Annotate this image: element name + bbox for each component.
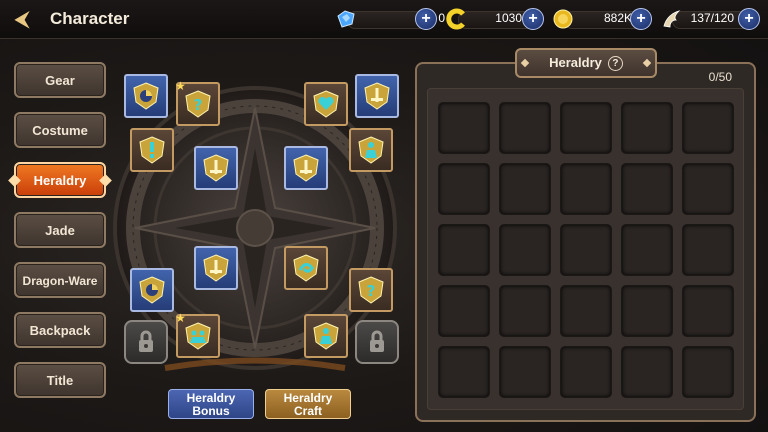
wing-icon: [663, 10, 681, 28]
shield-sword-icon: [203, 154, 229, 182]
heraldry-slot-7[interactable]: [284, 146, 328, 190]
inventory-slot[interactable]: [560, 224, 612, 276]
inventory-slot[interactable]: [560, 285, 612, 337]
panel-title: Heraldry: [549, 55, 602, 70]
add-c-button[interactable]: +: [522, 8, 544, 30]
page-title: Character: [50, 9, 130, 28]
shield-question-icon: ?: [185, 90, 211, 118]
inventory-slot[interactable]: [438, 163, 490, 215]
inventory-slot[interactable]: [438, 102, 490, 154]
inventory-slot[interactable]: [438, 224, 490, 276]
heraldry-slot-3[interactable]: [304, 82, 348, 126]
heraldry-slot-2[interactable]: ? ★: [175, 79, 220, 126]
lock-icon: [139, 330, 153, 352]
c-value: 1030: [495, 11, 522, 25]
yellow-c-icon: [446, 8, 465, 30]
heraldry-bonus-button[interactable]: Heraldry Bonus: [168, 389, 254, 419]
heraldry-craft-button[interactable]: Heraldry Craft: [265, 389, 351, 419]
heraldry-slot-13[interactable]: [124, 320, 168, 364]
inventory-slot[interactable]: [682, 285, 734, 337]
svg-text:?: ?: [367, 282, 376, 300]
currency-gem: 0 +: [335, 8, 445, 30]
inventory-slot[interactable]: [438, 346, 490, 398]
stamina-value: 137/120: [690, 11, 734, 25]
heraldry-slot-6[interactable]: [194, 146, 238, 190]
inventory-slot[interactable]: [560, 163, 612, 215]
back-arrow-icon[interactable]: ⮜: [8, 7, 36, 31]
inventory-slot[interactable]: [621, 285, 673, 337]
shield-sword-icon: [293, 154, 319, 182]
inventory-slot[interactable]: [438, 285, 490, 337]
blue-gem-icon: [337, 10, 355, 28]
heraldry-slot-5[interactable]: [130, 128, 174, 172]
heraldry-slot-12[interactable]: ?: [349, 268, 393, 312]
heraldry-slot-10[interactable]: [194, 246, 238, 290]
inventory-slot[interactable]: [682, 346, 734, 398]
menu-title[interactable]: Title: [14, 362, 106, 398]
inventory-slot[interactable]: [682, 224, 734, 276]
craft-line-2: Craft: [293, 404, 322, 418]
heraldry-slot-11[interactable]: [284, 246, 328, 290]
heraldry-slot-9[interactable]: [130, 268, 174, 312]
shield-heart-icon: [313, 90, 339, 118]
heraldry-slot-16[interactable]: [355, 320, 399, 364]
new-star-icon: ★: [175, 79, 186, 93]
currency-c: 1030 +: [446, 8, 546, 30]
inventory-slot[interactable]: [621, 163, 673, 215]
heraldry-slot-8[interactable]: [349, 128, 393, 172]
shield-question-icon: ?: [358, 276, 384, 304]
inventory-slot[interactable]: [682, 102, 734, 154]
shield-pie-icon: [139, 276, 165, 304]
menu-dragon-ware[interactable]: Dragon-Ware: [14, 262, 106, 298]
lock-icon: [370, 330, 384, 352]
inventory-slot[interactable]: [560, 102, 612, 154]
menu-gear[interactable]: Gear: [14, 62, 106, 98]
inventory-slot[interactable]: [682, 163, 734, 215]
top-bar: ⮜ Character 0 + 1030 + 882K + 137/120 +: [0, 0, 768, 39]
shield-person-icon: [313, 322, 339, 350]
inventory-slot[interactable]: [621, 346, 673, 398]
inventory-slot[interactable]: [499, 102, 551, 154]
shield-group-icon: [185, 322, 211, 350]
add-gem-button[interactable]: +: [415, 8, 437, 30]
add-stamina-button[interactable]: +: [738, 8, 760, 30]
add-gold-button[interactable]: +: [630, 8, 652, 30]
inventory-slot[interactable]: [499, 163, 551, 215]
panel-title-tab: Heraldry?: [515, 48, 657, 78]
shield-swirl-icon: [293, 254, 319, 282]
currency-stamina: 137/120 +: [660, 8, 764, 30]
shield-person-icon: [358, 136, 384, 164]
menu-heraldry[interactable]: Heraldry: [14, 162, 106, 198]
inventory-slot[interactable]: [499, 285, 551, 337]
shield-sword-icon: [203, 254, 229, 282]
help-icon[interactable]: ?: [607, 56, 623, 71]
heraldry-slot-4[interactable]: [355, 74, 399, 118]
bonus-line-2: Bonus: [192, 404, 230, 418]
inventory-slot[interactable]: [499, 224, 551, 276]
inventory-slot[interactable]: [621, 102, 673, 154]
shield-sword-icon: [364, 82, 390, 110]
menu-jade[interactable]: Jade: [14, 212, 106, 248]
inventory-slot[interactable]: [560, 346, 612, 398]
inventory-count: 0/50: [708, 70, 732, 84]
inventory-slot[interactable]: [621, 224, 673, 276]
heraldry-slot-1[interactable]: [124, 74, 168, 118]
shield-exclaim-icon: [139, 136, 165, 164]
heraldry-slot-15[interactable]: [304, 314, 348, 358]
gold-value: 882K: [603, 11, 632, 25]
inventory-slot[interactable]: [499, 346, 551, 398]
menu-backpack[interactable]: Backpack: [14, 312, 106, 348]
heraldry-slot-14[interactable]: ★: [175, 311, 220, 358]
new-star-icon: ★: [175, 311, 186, 325]
menu-costume[interactable]: Costume: [14, 112, 106, 148]
gold-coin-icon: [553, 9, 573, 29]
shield-pie-icon: [133, 82, 159, 110]
svg-text:?: ?: [194, 96, 203, 114]
currency-gold: 882K +: [552, 8, 654, 30]
